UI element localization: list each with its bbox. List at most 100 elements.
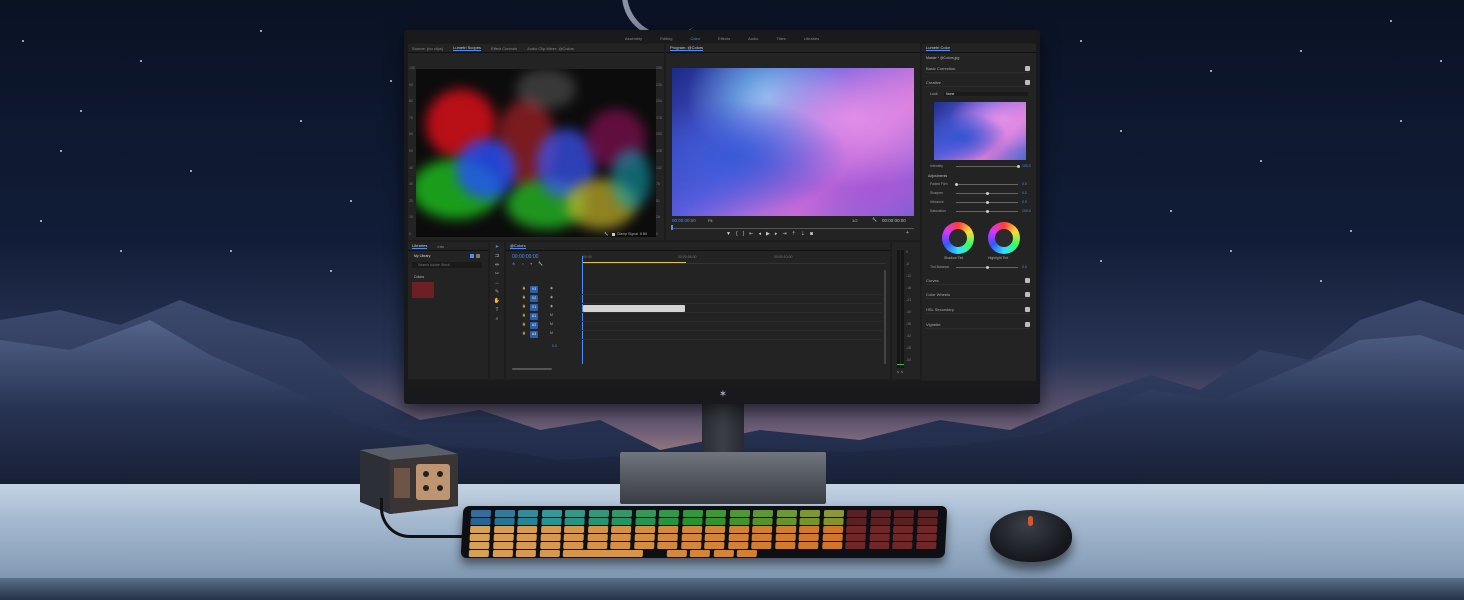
slider-tint-value[interactable]: 0.0 — [1022, 265, 1027, 269]
eye-icon[interactable]: ◉ — [550, 295, 553, 299]
creative-checkbox[interactable] — [1025, 80, 1030, 85]
slider-saturation-value[interactable]: 100.0 — [1022, 209, 1031, 213]
wrench-icon[interactable]: 🔧 — [538, 261, 543, 266]
basic-correction-checkbox[interactable] — [1025, 66, 1030, 71]
list-view-icon[interactable] — [476, 254, 480, 258]
adjustments-header[interactable]: Adjustments — [928, 174, 947, 178]
libraries-tab-info[interactable]: Info — [437, 244, 444, 249]
slip-tool-icon[interactable]: ↔ — [492, 280, 502, 286]
go-to-out-icon[interactable]: ⇥ — [782, 231, 786, 238]
creative-section[interactable]: Creative — [926, 78, 1030, 87]
marker-icon[interactable]: ▾ — [530, 261, 532, 266]
scopes-tab-2[interactable]: Effect Controls — [491, 46, 517, 51]
program-monitor-title[interactable]: Program: @Colors — [670, 45, 704, 51]
eye-icon[interactable]: ◉ — [550, 286, 553, 290]
selection-tool-icon[interactable]: ➤ — [492, 244, 502, 250]
slider-intensity-track[interactable] — [956, 166, 1018, 167]
wrench-icon[interactable]: 🔧 — [604, 232, 608, 236]
play-button[interactable]: ▶ — [766, 231, 770, 238]
curves-section[interactable]: Curves — [926, 276, 1030, 285]
track-label-v3[interactable]: V3 — [530, 286, 538, 293]
slider-faded-knob[interactable] — [954, 183, 958, 186]
lock-icon[interactable]: 🔒 — [522, 304, 526, 308]
workspace-tab-libraries[interactable]: Libraries — [804, 36, 819, 41]
pen-tool-icon[interactable]: ✎ — [492, 289, 502, 295]
stock-search-input[interactable]: Search Adobe Stock — [412, 262, 482, 268]
workspace-tab-audio[interactable]: Audio — [748, 36, 758, 41]
slider-faded-value[interactable]: 0.0 — [1022, 182, 1027, 186]
slider-faded-track[interactable] — [956, 184, 1018, 185]
track-label-a1[interactable]: A1 — [530, 313, 538, 320]
mark-out-icon[interactable]: } — [743, 231, 745, 238]
scopes-tab-3[interactable]: Audio Clip Mixer: @Colors — [527, 46, 574, 51]
vignette-checkbox[interactable] — [1025, 322, 1030, 327]
mute-icon[interactable]: M — [550, 331, 553, 335]
slider-vibrance-value[interactable]: 0.0 — [1022, 200, 1027, 204]
timeline-timecode[interactable]: 00:00:00:00 — [512, 254, 538, 260]
look-dropdown[interactable]: None — [944, 92, 1028, 96]
slider-sharpen-knob[interactable] — [985, 192, 989, 195]
scopes-tab-0[interactable]: Source: (no clips) — [412, 46, 443, 51]
shadow-tint-wheel[interactable] — [942, 222, 974, 254]
extract-icon[interactable]: ⇣ — [801, 231, 805, 238]
meter-solo-button[interactable]: S — [901, 370, 903, 375]
slider-intensity-knob[interactable] — [1016, 165, 1020, 168]
lock-icon[interactable]: 🔒 — [522, 286, 526, 290]
library-dropdown[interactable]: My Library — [414, 254, 430, 258]
mute-icon[interactable]: M — [550, 313, 553, 317]
mark-in-icon[interactable]: { — [736, 231, 738, 238]
sharpen-slider[interactable]: Sharpen 0.0 — [930, 191, 1032, 197]
saturation-slider[interactable]: Saturation 100.0 — [930, 209, 1032, 215]
grid-view-icon[interactable] — [470, 254, 474, 258]
track-label-v2[interactable]: V2 — [530, 295, 538, 302]
hsl-secondary-checkbox[interactable] — [1025, 307, 1030, 312]
intensity-slider[interactable]: Intensity 100.0 — [930, 164, 1032, 170]
color-wheels-checkbox[interactable] — [1025, 292, 1030, 297]
step-back-icon[interactable]: ◂ — [759, 231, 762, 238]
camera-icon[interactable]: ◙ — [810, 231, 813, 238]
slider-vibrance-knob[interactable] — [985, 201, 989, 204]
track-label-a3[interactable]: A3 — [530, 331, 538, 338]
tint-balance-slider[interactable]: Tint Balance 0.0 — [930, 265, 1032, 271]
timeline-vertical-scrollbar[interactable] — [884, 270, 886, 364]
playhead-marker[interactable] — [671, 225, 673, 230]
basic-correction-section[interactable]: Basic Correction — [926, 64, 1030, 73]
clamp-signal-checkbox[interactable] — [612, 233, 615, 236]
color-swatch[interactable] — [412, 282, 434, 298]
timeline-sequence-tab[interactable]: @Colors — [510, 243, 526, 249]
snap-icon[interactable]: ⋔ — [512, 261, 515, 266]
scopes-tab-1[interactable]: Lumetri Scopes — [453, 45, 481, 51]
vibrance-slider[interactable]: Vibrance 0.0 — [930, 200, 1032, 206]
master-clip-selector[interactable]: Master * @Colors.jpg — [926, 56, 959, 60]
workspace-tab-color[interactable]: Color — [690, 36, 700, 41]
hsl-secondary-section[interactable]: HSL Secondary — [926, 305, 1030, 314]
add-marker-icon[interactable]: ▼ — [726, 231, 731, 238]
track-label-a2[interactable]: A2 — [530, 322, 538, 329]
timeline-zoom-scrollbar[interactable] — [512, 368, 552, 370]
curves-checkbox[interactable] — [1025, 278, 1030, 283]
add-button-icon[interactable]: + — [906, 230, 909, 236]
vignette-section[interactable]: Vignette — [926, 320, 1030, 329]
lumetri-color-title[interactable]: Lumetri Color — [926, 45, 951, 51]
bit-depth-dropdown[interactable]: 8 Bit — [640, 232, 647, 236]
linked-selection-icon[interactable]: ∩ — [521, 261, 524, 266]
track-select-tool-icon[interactable]: ⇉ — [492, 253, 502, 259]
slider-intensity-value[interactable]: 100.0 — [1022, 164, 1031, 168]
faded-film-slider[interactable]: Faded Film 0.0 — [930, 182, 1032, 188]
step-forward-icon[interactable]: ▸ — [775, 231, 778, 238]
lock-icon[interactable]: 🔒 — [522, 295, 526, 299]
mute-icon[interactable]: M — [550, 322, 553, 326]
ripple-edit-tool-icon[interactable]: ⇹ — [492, 262, 502, 268]
colors-group-label[interactable]: Colors — [414, 275, 424, 279]
wrench-icon[interactable]: 🔧 — [872, 217, 877, 222]
lock-icon[interactable]: 🔒 — [522, 322, 526, 326]
go-to-in-icon[interactable]: ⇤ — [749, 231, 753, 238]
color-wheels-section[interactable]: Color Wheels — [926, 290, 1030, 299]
meter-solo-button[interactable]: S — [897, 370, 899, 375]
workspace-tab-editing[interactable]: Editing — [660, 36, 672, 41]
razor-tool-icon[interactable]: ✂ — [492, 271, 502, 277]
slider-sharpen-value[interactable]: 0.0 — [1022, 191, 1027, 195]
master-track-value[interactable]: 0.0 — [552, 344, 557, 348]
slider-tint-knob[interactable] — [985, 266, 989, 269]
video-clip[interactable] — [583, 305, 685, 312]
